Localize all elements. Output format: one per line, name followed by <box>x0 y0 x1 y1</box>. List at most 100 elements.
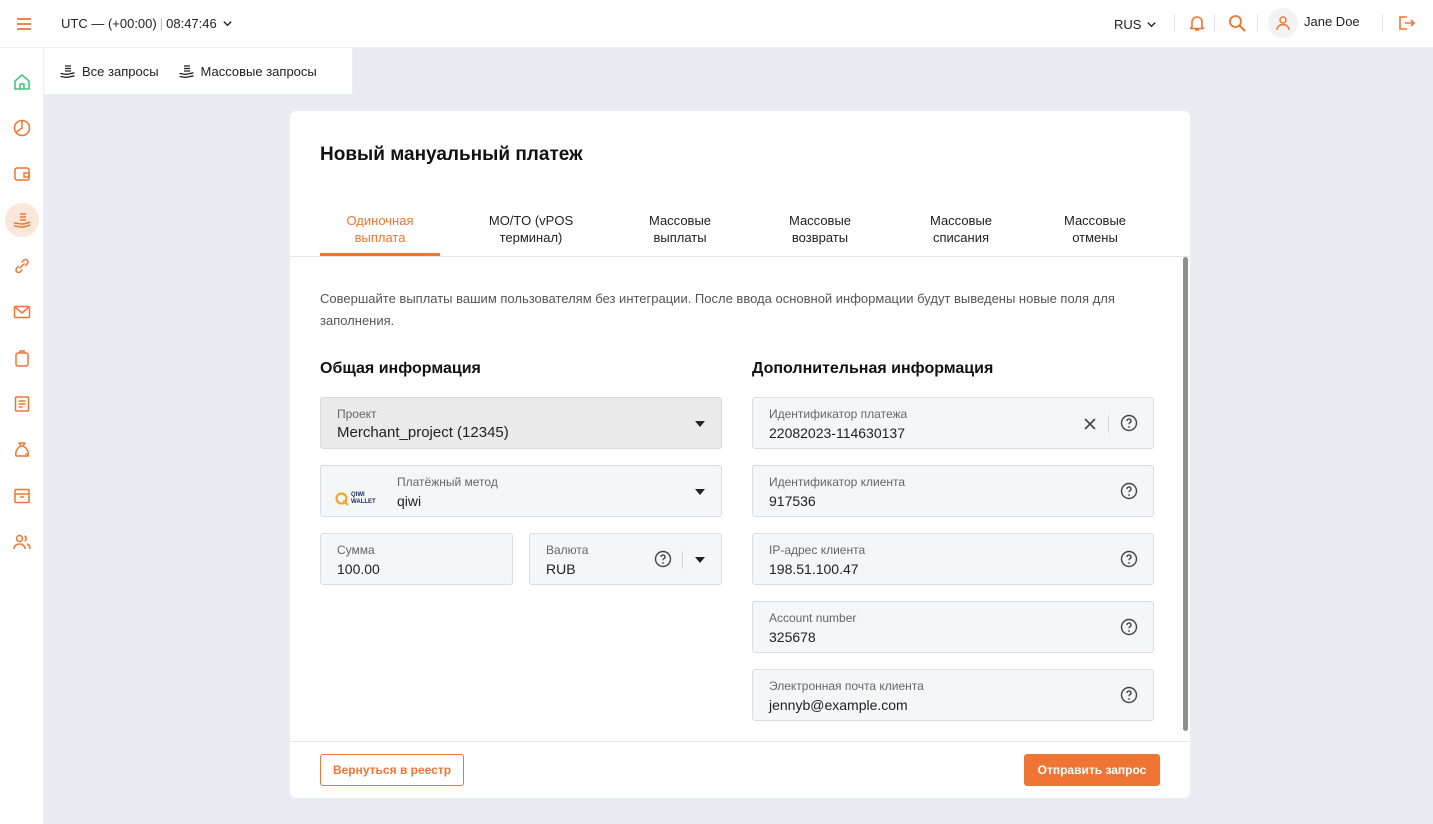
tab-label: Массовые <box>788 213 852 228</box>
subnav-all-requests[interactable]: Все запросы <box>60 64 159 79</box>
mail-icon <box>13 305 31 319</box>
sidebar-item-finance[interactable] <box>5 433 39 467</box>
back-to-registry-button[interactable]: Вернуться в реестр <box>320 754 464 786</box>
amount-field[interactable]: Сумма 100.00 <box>320 533 513 585</box>
additional-info-title: Дополнительная информация <box>752 360 994 377</box>
sidebar-item-analytics[interactable] <box>5 111 39 145</box>
divider <box>1214 14 1215 32</box>
field-label: Account number <box>769 611 857 625</box>
chevron-down-icon <box>1147 22 1157 28</box>
tab-label: Массовые <box>929 213 993 228</box>
sidebar-item-links[interactable] <box>5 249 39 283</box>
field-label: Валюта <box>546 543 589 557</box>
send-request-button[interactable]: Отправить запрос <box>1024 754 1160 786</box>
payment-id-field[interactable]: Идентификатор платежа 22082023-114630137 <box>752 397 1154 449</box>
tab-label: отмены <box>1072 230 1118 245</box>
timezone-separator: | <box>159 16 164 31</box>
footer-divider <box>290 741 1190 742</box>
help-icon[interactable] <box>1120 618 1138 636</box>
payment-method-select[interactable]: QIWI WALLET Платёжный метод qiwi <box>320 465 722 517</box>
pie-chart-icon <box>13 119 31 137</box>
money-bag-icon <box>15 442 29 457</box>
divider <box>1174 14 1175 32</box>
qiwi-logo-icon <box>335 492 349 506</box>
currency-select[interactable]: Валюта RUB <box>529 533 722 585</box>
field-value: 917536 <box>769 493 816 509</box>
caret-down-icon[interactable] <box>695 489 705 495</box>
top-bar: UTC — (+00:00) | 08:47:46 RUS Jane Doe <box>0 0 1433 48</box>
tab-single-payout[interactable]: Одиночная выплата <box>320 208 440 256</box>
divider <box>1382 14 1383 32</box>
sidebar-item-home[interactable] <box>5 65 39 99</box>
subnav-label: Все запросы <box>82 63 159 79</box>
document-icon <box>14 396 30 412</box>
field-label: Идентификатор клиента <box>769 475 906 489</box>
sidebar-item-reports[interactable] <box>5 387 39 421</box>
field-value: 22082023-114630137 <box>769 425 905 441</box>
tab-label: терминал) <box>499 230 563 245</box>
subnav-mass-requests[interactable]: Массовые запросы <box>179 64 317 79</box>
language-selector[interactable]: RUS <box>1114 17 1157 32</box>
field-value: Merchant_project (12345) <box>337 424 509 441</box>
tab-label: списания <box>932 230 989 245</box>
field-label: Платёжный метод <box>397 475 498 489</box>
payment-form-card: Новый мануальный платеж Одиночная выплат… <box>290 111 1190 798</box>
tab-moto[interactable]: MO/TO (vPOS терминал) <box>470 208 592 256</box>
timezone-selector[interactable]: UTC — (+00:00) | 08:47:46 <box>61 16 233 31</box>
payments-icon <box>13 213 31 228</box>
timezone-label: UTC — (+00:00) <box>61 16 157 31</box>
home-icon <box>14 74 30 90</box>
project-select[interactable]: Проект Merchant_project (12345) <box>320 397 722 449</box>
archive-icon <box>14 488 30 504</box>
sidebar-item-archive[interactable] <box>5 479 39 513</box>
sidebar-item-users[interactable] <box>5 525 39 559</box>
help-icon[interactable] <box>1120 414 1138 432</box>
general-info-title: Общая информация <box>320 360 481 377</box>
subnav: Все запросы Массовые запросы <box>44 48 353 94</box>
logo-text: QIWI <box>351 492 365 498</box>
user-icon <box>1276 16 1290 31</box>
help-icon[interactable] <box>1120 482 1138 500</box>
client-id-field[interactable]: Идентификатор клиента 917536 <box>752 465 1154 517</box>
field-value: jennyb@example.com <box>769 697 908 713</box>
tab-label: Массовые <box>1063 213 1127 228</box>
divider <box>1257 14 1258 32</box>
wallet-icon <box>14 167 30 181</box>
logout-icon[interactable] <box>1396 13 1416 33</box>
tab-mass-cancellations[interactable]: Массовые отмены <box>1045 208 1145 256</box>
subnav-label: Массовые запросы <box>200 63 317 79</box>
close-icon[interactable] <box>1082 416 1098 432</box>
account-number-field[interactable]: Account number 325678 <box>752 601 1154 653</box>
client-email-field[interactable]: Электронная почта клиента jennyb@example… <box>752 669 1154 721</box>
divider <box>682 551 683 569</box>
qiwi-logo: QIWI WALLET <box>335 492 376 506</box>
field-value: 325678 <box>769 629 816 645</box>
field-label: Идентификатор платежа <box>769 407 908 421</box>
tabs: Одиночная выплата MO/TO (vPOS терминал) … <box>320 208 1160 256</box>
help-icon[interactable] <box>654 550 672 568</box>
coins-icon <box>60 64 75 78</box>
caret-down-icon[interactable] <box>695 421 705 427</box>
help-icon[interactable] <box>1120 550 1138 568</box>
tab-mass-payouts[interactable]: Массовые выплаты <box>630 208 730 256</box>
tab-mass-refunds[interactable]: Массовые возвраты <box>770 208 870 256</box>
form-description: Совершайте выплаты вашим пользователям б… <box>320 291 1115 328</box>
user-menu[interactable]: Jane Doe <box>1268 8 1360 38</box>
caret-down-icon[interactable] <box>695 557 705 563</box>
tab-mass-charges[interactable]: Массовые списания <box>911 208 1011 256</box>
scrollbar[interactable] <box>1183 257 1188 731</box>
clipboard-icon <box>15 350 29 367</box>
client-ip-field[interactable]: IP-адрес клиента 198.51.100.47 <box>752 533 1154 585</box>
search-icon[interactable] <box>1227 13 1247 33</box>
help-icon[interactable] <box>1120 686 1138 704</box>
sidebar-item-mail[interactable] <box>5 295 39 329</box>
tab-label: Одиночная <box>346 213 414 228</box>
sidebar-item-clipboard[interactable] <box>5 341 39 375</box>
sidebar-item-payments[interactable] <box>5 203 39 237</box>
sidebar-item-wallet[interactable] <box>5 157 39 191</box>
tab-label: MO/TO (vPOS <box>488 213 574 228</box>
tab-label: выплаты <box>653 230 707 245</box>
menu-icon[interactable] <box>14 14 34 34</box>
field-value: 100.00 <box>337 561 380 577</box>
bell-icon[interactable] <box>1187 13 1207 33</box>
